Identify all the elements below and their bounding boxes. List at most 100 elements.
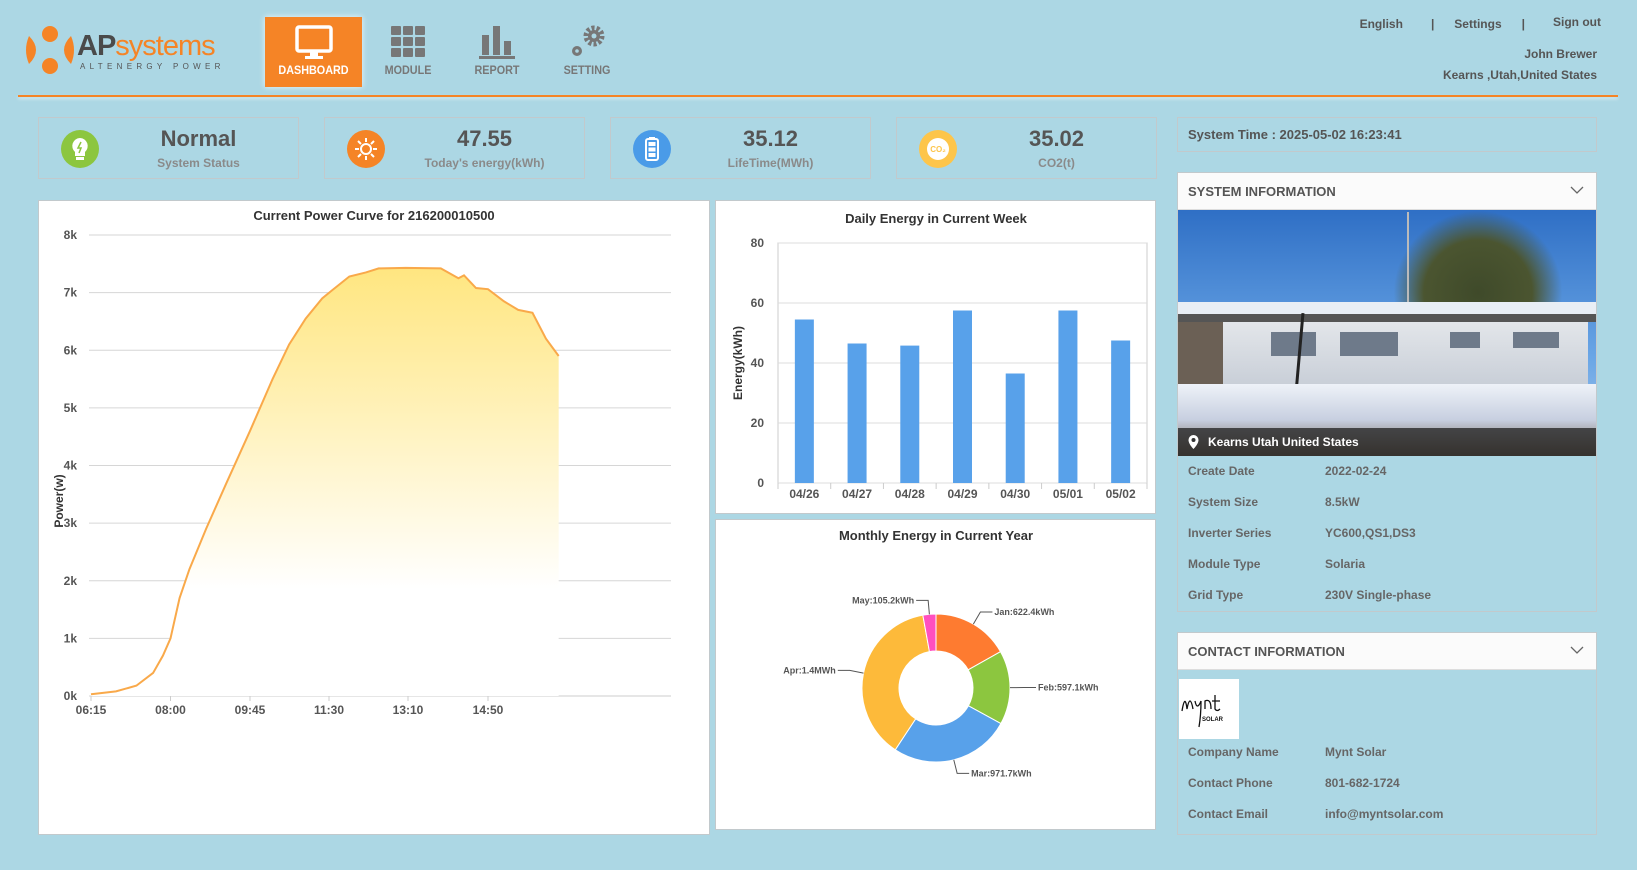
svg-text:SOLAR: SOLAR <box>1202 717 1224 723</box>
nav-report[interactable]: REPORT <box>451 17 543 87</box>
power-curve-panel: Current Power Curve for 216200010500 Pow… <box>38 200 710 835</box>
y-tick-label: 6k <box>64 343 78 357</box>
system-time: System Time : 2025-05-02 16:23:41 <box>1177 117 1597 152</box>
info-label: Company Name <box>1188 745 1279 759</box>
signout-link[interactable]: Sign out <box>1553 15 1601 31</box>
stat-card-lifetime: 35.12 LifeTime(MWh) <box>610 117 871 179</box>
stat-card-today-energy: 47.55 Today's energy(kWh) <box>324 117 585 179</box>
info-value: 230V Single-phase <box>1325 588 1432 602</box>
chart-title: Current Power Curve for 216200010500 <box>253 208 494 223</box>
company-logo: SOLAR <box>1179 679 1239 739</box>
bar-05-01[interactable] <box>1058 310 1078 484</box>
monthly-energy-chart[interactable]: Monthly Energy in Current Year Jan:622.4… <box>716 520 1155 829</box>
info-label: System Size <box>1188 495 1259 509</box>
chart-title: Daily Energy in Current Week <box>845 211 1028 226</box>
info-label: Contact Phone <box>1188 776 1273 790</box>
bar-04-28[interactable] <box>900 345 920 483</box>
bar-04-29[interactable] <box>953 310 972 484</box>
info-value: YC600,QS1,DS3 <box>1325 526 1416 540</box>
y-tick-label: 60 <box>751 296 765 310</box>
header-divider <box>18 95 1618 97</box>
nav-dashboard[interactable]: DASHBOARD <box>265 17 362 87</box>
map-pin-icon <box>1188 435 1199 449</box>
contact-information-header[interactable]: CONTACT INFORMATION <box>1178 633 1596 670</box>
system-information-panel: SYSTEM INFORMATION Kearns Utah United St… <box>1177 172 1597 612</box>
chevron-down-icon[interactable] <box>1570 185 1584 195</box>
info-label: Contact Email <box>1188 807 1269 821</box>
power-area <box>91 267 559 696</box>
y-tick-label: 0 <box>757 476 764 490</box>
separator: | <box>1430 17 1435 31</box>
leader-line <box>916 599 930 615</box>
stat-card-co2: CO₂ 35.02 CO2(t) <box>896 117 1157 179</box>
stat-card-status: Normal System Status <box>38 117 299 179</box>
apsystems-logo[interactable]: APsystems ALTENERGY POWER <box>25 24 225 76</box>
y-tick-label: 1k <box>64 631 78 645</box>
slice-label: Feb:597.1kWh <box>1038 683 1099 693</box>
y-axis-label: Energy(kWh) <box>731 326 745 400</box>
battery-icon <box>633 130 671 168</box>
y-tick-label: 7k <box>64 286 78 300</box>
leader-line <box>972 611 993 625</box>
slice-label: May:105.2kWh <box>852 595 914 605</box>
top-links: English | Settings | Sign out <box>1360 15 1601 31</box>
info-label: Create Date <box>1188 464 1255 478</box>
bar-04-30[interactable] <box>1005 373 1025 484</box>
daily-energy-chart[interactable]: Daily Energy in Current Week Energy(kWh)… <box>716 201 1155 513</box>
y-tick-label: 4k <box>64 459 78 473</box>
slice-label: Mar:971.7kWh <box>971 768 1032 778</box>
y-tick-label: 80 <box>751 236 765 250</box>
slice-label: Apr:1.4MWh <box>783 665 836 675</box>
x-tick-label: 05/02 <box>1106 487 1136 501</box>
nav-module[interactable]: MODULE <box>362 17 454 87</box>
bar-04-26[interactable] <box>794 319 814 484</box>
bar-05-02[interactable] <box>1111 340 1131 484</box>
x-tick-label: 05/01 <box>1053 487 1083 501</box>
x-tick-label: 13:10 <box>393 703 424 717</box>
x-tick-label: 06:15 <box>76 703 107 717</box>
brand-tagline: ALTENERGY POWER <box>80 62 225 71</box>
logo-mark-icon <box>26 26 74 74</box>
svg-text:CO₂: CO₂ <box>930 145 946 154</box>
bar-chart-icon <box>479 26 515 59</box>
system-photo: Kearns Utah United States <box>1178 210 1596 456</box>
x-tick-label: 09:45 <box>235 703 266 717</box>
settings-link[interactable]: Settings <box>1454 17 1501 31</box>
x-tick-label: 04/30 <box>1000 487 1030 501</box>
brand-name: APsystems <box>77 30 216 62</box>
chevron-down-icon[interactable] <box>1570 645 1584 655</box>
x-tick-label: 04/27 <box>842 487 872 501</box>
power-curve-chart[interactable]: Current Power Curve for 216200010500 Pow… <box>39 201 709 834</box>
x-tick-label: 04/29 <box>947 487 977 501</box>
x-tick-label: 08:00 <box>155 703 186 717</box>
bar-04-27[interactable] <box>847 343 867 484</box>
info-value: 8.5kW <box>1325 495 1360 509</box>
y-tick-label: 3k <box>64 516 78 530</box>
language-link[interactable]: English <box>1360 17 1403 31</box>
info-label: Module Type <box>1188 557 1261 571</box>
y-tick-label: 2k <box>64 574 78 588</box>
y-tick-label: 40 <box>751 356 765 370</box>
x-tick-label: 04/28 <box>895 487 925 501</box>
separator: | <box>1521 17 1525 31</box>
user-location: Kearns ,Utah,United States <box>1442 68 1597 82</box>
sun-icon <box>347 130 385 168</box>
info-value: 2022-02-24 <box>1325 464 1387 478</box>
bulb-icon <box>61 130 99 168</box>
info-value: Mynt Solar <box>1325 745 1387 759</box>
leader-line <box>953 759 970 774</box>
info-value: 801-682-1724 <box>1325 776 1400 790</box>
grid-icon <box>391 26 425 57</box>
info-value: Solaria <box>1325 557 1366 571</box>
y-tick-label: 0k <box>64 689 78 703</box>
info-label: Inverter Series <box>1188 526 1272 540</box>
contact-information-panel: CONTACT INFORMATION SOLAR Company Name My… <box>1177 632 1597 835</box>
slice-label: Jan:622.4kWh <box>994 607 1054 617</box>
info-value[interactable]: info@myntsolar.com <box>1325 807 1443 821</box>
y-tick-label: 8k <box>64 228 78 242</box>
daily-energy-panel: Daily Energy in Current Week Energy(kWh)… <box>715 200 1156 514</box>
nav-setting[interactable]: SETTING <box>541 17 633 87</box>
info-label: Grid Type <box>1188 588 1244 602</box>
system-information-header[interactable]: SYSTEM INFORMATION <box>1178 173 1596 210</box>
gear-icon <box>572 25 605 56</box>
